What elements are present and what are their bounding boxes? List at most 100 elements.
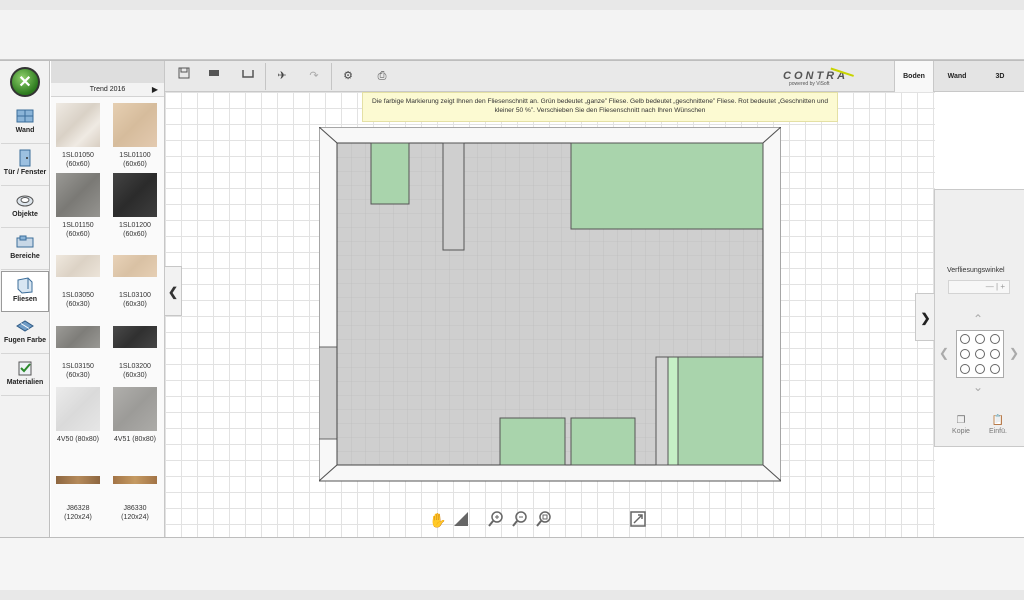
tile-swatch[interactable]: [113, 173, 157, 217]
nav-label: Fliesen: [12, 296, 38, 303]
zoom-fit-icon[interactable]: [534, 510, 554, 530]
arrow-left-icon[interactable]: ❮: [939, 346, 949, 360]
measure-triangle-icon[interactable]: [451, 510, 471, 530]
pan-hand-icon[interactable]: ✋: [428, 510, 448, 530]
anchor-dot[interactable]: [990, 349, 1000, 359]
paste-button[interactable]: 📋 Einfü.: [981, 415, 1015, 435]
tile-cut-hint: Die farbige Markierung zeigt Ihnen den F…: [362, 92, 838, 122]
anchor-point-grid[interactable]: [956, 330, 1004, 378]
zoom-in-icon[interactable]: [486, 510, 506, 530]
anchor-dot[interactable]: [975, 364, 985, 374]
anchor-dot[interactable]: [975, 349, 985, 359]
tile-item[interactable]: 1SL01200 (60x60): [113, 173, 157, 239]
redo-icon[interactable]: ↷: [305, 67, 323, 85]
tile-code: 1SL01100 (60x60): [119, 152, 151, 168]
undo-icon[interactable]: ✈: [273, 67, 291, 85]
tab-wall[interactable]: Wand: [937, 61, 977, 92]
anchor-dot[interactable]: [990, 364, 1000, 374]
pillar[interactable]: [442, 142, 465, 251]
settings-icon[interactable]: ⚙: [339, 67, 357, 85]
area-top-right[interactable]: [570, 142, 764, 230]
tile-swatch[interactable]: [56, 255, 100, 277]
tile-swatch[interactable]: [113, 255, 157, 277]
tile-swatch[interactable]: [56, 476, 100, 484]
tile-code: J86328 (120x24): [64, 505, 92, 521]
arrow-down-icon[interactable]: ⌄: [973, 380, 983, 394]
chevron-right-icon[interactable]: ▶: [152, 83, 158, 97]
tab-3d[interactable]: 3D: [980, 61, 1020, 92]
tile-swatch[interactable]: [56, 387, 100, 431]
copy-icon: ❐: [956, 415, 966, 426]
tile-item[interactable]: 1SL03200 (60x30): [113, 326, 157, 380]
wall-top[interactable]: [319, 127, 781, 144]
nav-item-objects[interactable]: Objekte: [1, 187, 49, 228]
tile-item[interactable]: 1SL01150 (60x60): [56, 173, 100, 239]
rectangle-room-icon[interactable]: [205, 67, 223, 85]
nav-item-tiles[interactable]: Fliesen: [1, 271, 49, 312]
copy-button[interactable]: ❐ Kopie: [944, 415, 978, 435]
tile-item[interactable]: 1SL03050 (60x30): [56, 255, 100, 309]
print-icon[interactable]: ⎙: [373, 67, 391, 85]
export-icon[interactable]: [628, 510, 648, 530]
room-shape-icon[interactable]: [239, 67, 257, 85]
tile-item[interactable]: 1SL03100 (60x30): [113, 255, 157, 309]
angle-input[interactable]: — | +: [948, 280, 1010, 294]
tile-swatch[interactable]: [56, 173, 100, 217]
partition-wall[interactable]: [655, 356, 669, 466]
wall-icon: [15, 107, 35, 125]
tab-floor[interactable]: Boden: [894, 61, 934, 92]
collection-title: Trend 2016: [89, 86, 126, 93]
toolbar-separator: [331, 63, 332, 90]
tile-item[interactable]: 1SL03150 (60x30): [56, 326, 100, 380]
nav-item-door-window[interactable]: Tür / Fenster: [1, 145, 49, 186]
area-strip[interactable]: [667, 356, 679, 466]
nav-label: Fugen Farbe: [3, 337, 46, 344]
expand-right-panel-button[interactable]: ❯: [915, 293, 935, 341]
tile-swatch[interactable]: [113, 476, 157, 484]
tile-item[interactable]: 4V51 (80x80): [113, 387, 157, 444]
tile-swatch[interactable]: [113, 103, 157, 147]
tile-item[interactable]: 1SL01100 (60x60): [113, 103, 157, 169]
anchor-dot[interactable]: [975, 334, 985, 344]
tile-swatch[interactable]: [56, 326, 100, 348]
area-bottom-2[interactable]: [570, 417, 636, 466]
tile-item[interactable]: 1SL01050 (60x60): [56, 103, 100, 169]
nav-item-wand[interactable]: Wand: [1, 103, 49, 144]
brand-subtitle: powered by ViSoft: [789, 81, 830, 87]
tile-code: 1SL03050 (60x30): [62, 292, 94, 308]
objects-icon: [15, 191, 35, 209]
anchor-dot[interactable]: [960, 334, 970, 344]
app-logo-icon[interactable]: [10, 67, 40, 97]
area-bottom-right[interactable]: [677, 356, 764, 466]
nav-item-grout-color[interactable]: Fugen Farbe: [1, 313, 49, 354]
tile-swatch[interactable]: [113, 326, 157, 348]
nav-item-materials[interactable]: Materialien: [1, 355, 49, 396]
zoom-out-icon[interactable]: [510, 510, 530, 530]
tile-swatch[interactable]: [56, 103, 100, 147]
area-bottom-1[interactable]: [499, 417, 566, 466]
tile-item[interactable]: J86328 (120x24): [56, 476, 100, 522]
wall-right[interactable]: [762, 127, 781, 482]
nav-item-areas[interactable]: Bereiche: [1, 229, 49, 270]
nav-label: Materialien: [6, 379, 44, 386]
paste-label: Einfü.: [989, 428, 1007, 435]
main-toolbar: ✈ ↷ ⚙ ⎙ CONTRA powered by ViSoft: [165, 61, 894, 92]
wall-bottom[interactable]: [319, 464, 781, 482]
arrow-right-icon[interactable]: ❯: [1009, 346, 1019, 360]
tab-label: 3D: [995, 73, 1005, 80]
tile-item[interactable]: 4V50 (80x80): [56, 387, 100, 444]
areas-icon: [15, 233, 35, 251]
save-icon[interactable]: [175, 67, 193, 85]
door-opening[interactable]: [319, 346, 338, 440]
tile-item[interactable]: J86330 (120x24): [113, 476, 157, 522]
anchor-dot[interactable]: [990, 334, 1000, 344]
brand-logo: CONTRA powered by ViSoft: [775, 67, 855, 87]
area-top-left[interactable]: [370, 142, 410, 205]
floor-plan[interactable]: [319, 127, 781, 483]
tile-swatch[interactable]: [113, 387, 157, 431]
collapse-panel-button[interactable]: ❮: [165, 266, 182, 316]
arrow-up-icon[interactable]: ⌃: [973, 312, 983, 326]
collection-selector[interactable]: Trend 2016 ▶: [51, 83, 164, 97]
anchor-dot[interactable]: [960, 364, 970, 374]
anchor-dot[interactable]: [960, 349, 970, 359]
